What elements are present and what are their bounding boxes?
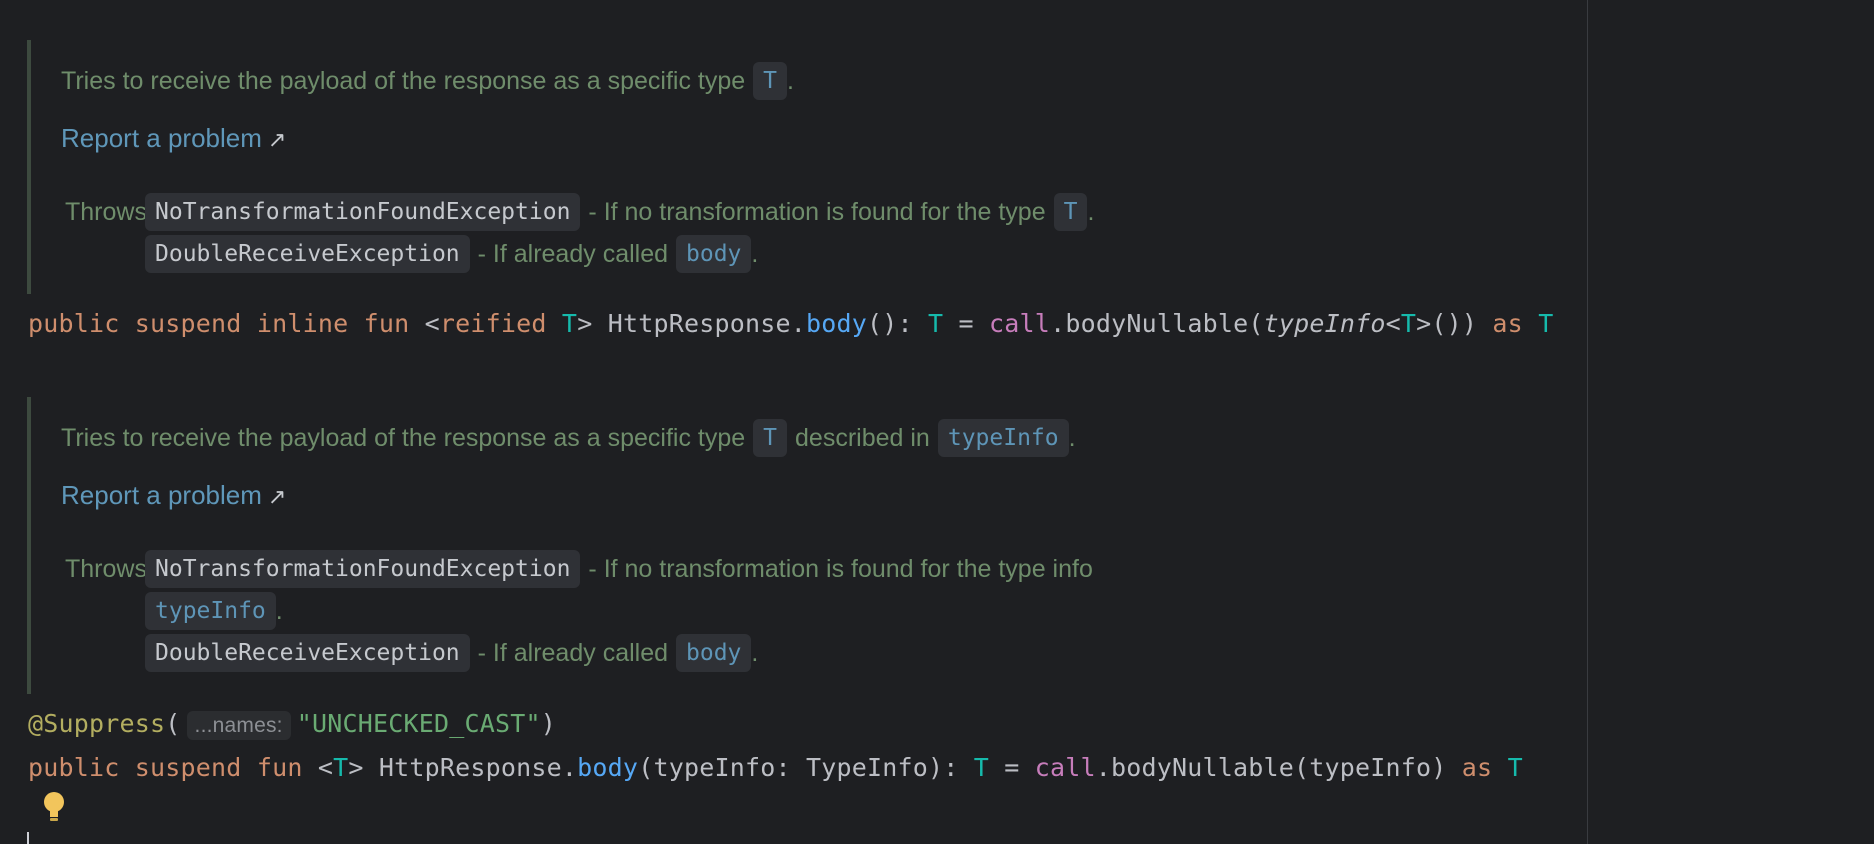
- parameter-name-hint: ...names:: [186, 711, 291, 740]
- body-reference[interactable]: body: [676, 235, 752, 273]
- throws-item-continuation: typeInfo .: [145, 592, 283, 630]
- report-problem-link[interactable]: Report a problem ↗: [61, 480, 286, 511]
- throws-item: DoubleReceiveException - If already call…: [145, 634, 758, 672]
- throws-item: DoubleReceiveException - If already call…: [145, 235, 758, 273]
- exception-reference[interactable]: NoTransformationFoundException: [145, 193, 581, 231]
- lightbulb-icon[interactable]: [44, 790, 64, 824]
- exception-reference[interactable]: NoTransformationFoundException: [145, 550, 581, 588]
- exception-reference[interactable]: DoubleReceiveException: [145, 235, 470, 273]
- type-reference-T[interactable]: T: [1053, 193, 1088, 231]
- external-link-icon: ↗: [267, 484, 287, 509]
- throws-label: Throws:: [65, 198, 154, 226]
- right-margin-guide: [1587, 0, 1588, 844]
- code-line-body-reified[interactable]: public suspend inline fun <reified T> Ht…: [28, 309, 1553, 338]
- typeinfo-reference[interactable]: typeInfo: [937, 419, 1069, 457]
- doc-description: Tries to receive the payload of the resp…: [61, 62, 794, 100]
- doc-description-text: Tries to receive the payload of the resp…: [61, 66, 746, 95]
- type-reference-T[interactable]: T: [753, 62, 788, 100]
- throws-item: NoTransformationFoundException - If no t…: [145, 193, 1094, 231]
- report-problem-link[interactable]: Report a problem ↗: [61, 123, 286, 154]
- doc-description: Tries to receive the payload of the resp…: [61, 419, 1076, 457]
- code-line-body-typeinfo[interactable]: public suspend fun <T> HttpResponse.body…: [28, 753, 1523, 782]
- type-reference-T[interactable]: T: [753, 419, 788, 457]
- external-link-icon: ↗: [267, 127, 287, 152]
- exception-reference[interactable]: DoubleReceiveException: [145, 634, 470, 672]
- text-caret: [27, 832, 29, 844]
- doc-comment-body: Tries to receive the payload of the resp…: [27, 397, 1093, 694]
- body-reference[interactable]: body: [676, 634, 752, 672]
- function-name-body[interactable]: body: [806, 309, 867, 338]
- doc-comment-body: Tries to receive the payload of the resp…: [27, 40, 1094, 294]
- throws-label: Throws:: [65, 555, 154, 583]
- throws-item: NoTransformationFoundException - If no t…: [145, 550, 1093, 588]
- typeinfo-reference[interactable]: typeInfo: [145, 592, 276, 630]
- code-line-suppress-annotation[interactable]: @Suppress(...names: "UNCHECKED_CAST"): [28, 709, 556, 740]
- function-name-body[interactable]: body: [577, 753, 638, 782]
- doc-description-text: Tries to receive the payload of the resp…: [61, 423, 746, 452]
